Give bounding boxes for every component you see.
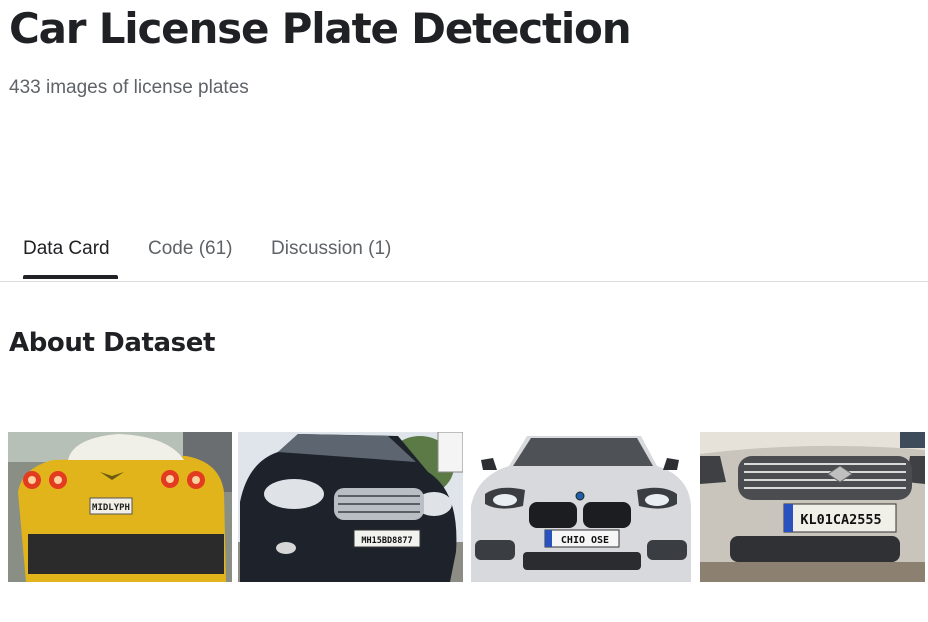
tab-code[interactable]: Code (61)	[148, 238, 233, 260]
dataset-image-3[interactable]: CHIO OSE	[469, 432, 694, 582]
section-title: About Dataset	[9, 328, 216, 358]
tab-discussion[interactable]: Discussion (1)	[271, 238, 391, 260]
page-title: Car License Plate Detection	[9, 4, 632, 53]
license-plate-4: KL01CA2555	[800, 512, 881, 528]
dataset-image-1[interactable]: MIDLYPH	[8, 432, 232, 582]
license-plate-2: MH15BD8877	[361, 536, 412, 546]
tab-data-card[interactable]: Data Card	[23, 238, 110, 260]
tab-bar: Data Card Code (61) Discussion (1)	[0, 225, 928, 282]
license-plate-1: MIDLYPH	[92, 503, 130, 513]
license-plate-3: CHIO OSE	[561, 535, 609, 546]
dataset-image-2[interactable]: MH15BD8877	[238, 432, 463, 582]
dataset-image-4[interactable]: KL01CA2555	[700, 432, 925, 582]
page-subtitle: 433 images of license plates	[9, 77, 249, 98]
active-tab-indicator	[23, 275, 118, 279]
